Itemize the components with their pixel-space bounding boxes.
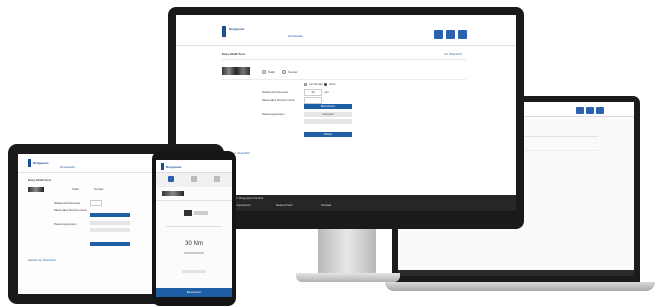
field-label: Wellendurchmesser — [54, 201, 81, 205]
phone-bottom-button[interactable]: Berechnen — [156, 288, 232, 297]
divider — [222, 79, 466, 80]
field-label: Passungssystem — [54, 222, 77, 226]
text-placeholder — [182, 270, 206, 273]
next-button[interactable] — [90, 242, 130, 246]
monitor-neck — [318, 229, 376, 275]
logo-text: Ringspann — [33, 161, 49, 165]
cart-icon[interactable] — [446, 30, 455, 39]
page-title: Easy-Shaft-Tool — [222, 52, 245, 56]
footer-back-link[interactable]: Zurück zur Übersicht — [28, 258, 56, 262]
torque-input[interactable] — [304, 97, 322, 104]
nav-link-downloads[interactable]: Downloads — [288, 34, 303, 38]
user-icon[interactable] — [576, 107, 584, 114]
radio-icon[interactable] — [324, 83, 327, 86]
result-field — [90, 228, 130, 232]
radio-icon[interactable] — [262, 70, 266, 74]
unit-label: mm — [324, 90, 329, 94]
logo-text: Ringspann — [229, 27, 245, 31]
phone-device: Ringspann 30 Nm Berechnen — [152, 151, 236, 306]
next-button[interactable]: Weiter — [304, 132, 352, 137]
radio-icon[interactable] — [282, 70, 286, 74]
logo-mark-icon — [161, 163, 164, 170]
option-b-label: ohne — [329, 82, 336, 86]
back-link[interactable]: zur Übersicht — [444, 52, 462, 56]
fit-select[interactable]: Auswahl — [304, 112, 352, 117]
footer-copyright: © Ringspann GmbH — [236, 196, 263, 200]
diameter-input[interactable] — [90, 200, 102, 206]
radio-label: Stahl — [72, 187, 79, 191]
field-label: Wellendurchmesser — [262, 90, 289, 94]
result-field — [304, 119, 352, 124]
divider — [222, 59, 466, 60]
radio-label: Stahl — [268, 70, 275, 74]
monitor-foot — [296, 273, 400, 282]
user-icon[interactable] — [434, 30, 443, 39]
field-label: Maximales Drehmoment — [262, 98, 295, 102]
product-icon — [184, 210, 192, 216]
radio-label: Sonder — [94, 187, 104, 191]
divider — [166, 226, 222, 227]
field-label: Passungssystem — [262, 112, 285, 116]
product-image — [28, 187, 44, 192]
footer-link[interactable]: Datenschutz — [276, 203, 293, 207]
radio-label: Sonder — [288, 70, 298, 74]
footer-link[interactable]: Kontakt — [321, 203, 331, 207]
text-placeholder — [184, 252, 204, 254]
logo-text: Ringspann — [166, 165, 182, 169]
logo-mark-icon — [222, 26, 226, 37]
field-label: Maximales Drehmoment — [54, 208, 87, 212]
menu-icon[interactable] — [596, 107, 604, 114]
option-a-label: mit Absatz — [309, 82, 323, 86]
result-value: 30 Nm — [185, 241, 203, 247]
radio-icon[interactable] — [304, 83, 307, 86]
calculate-button[interactable]: Berechnen — [304, 104, 352, 109]
laptop-base — [385, 282, 655, 291]
text-placeholder — [194, 211, 208, 215]
calculate-button[interactable] — [90, 213, 130, 217]
footer-link[interactable]: Impressum — [236, 203, 251, 207]
menu-icon[interactable] — [214, 176, 220, 182]
phone-screen: Ringspann 30 Nm Berechnen — [156, 160, 232, 297]
page-title: Easy-Shaft-Tool — [28, 178, 51, 182]
search-icon[interactable] — [168, 176, 174, 182]
menu-icon[interactable] — [458, 30, 467, 39]
cart-icon[interactable] — [191, 176, 197, 182]
cart-icon[interactable] — [586, 107, 594, 114]
divider — [156, 200, 232, 201]
product-image — [222, 67, 250, 75]
logo-mark-icon — [28, 159, 31, 167]
fit-select[interactable] — [90, 221, 130, 225]
product-image — [162, 191, 184, 196]
diameter-input[interactable]: 30 — [304, 89, 322, 96]
nav-link-downloads[interactable]: Downloads — [60, 165, 75, 169]
laptop-footer — [398, 270, 634, 276]
